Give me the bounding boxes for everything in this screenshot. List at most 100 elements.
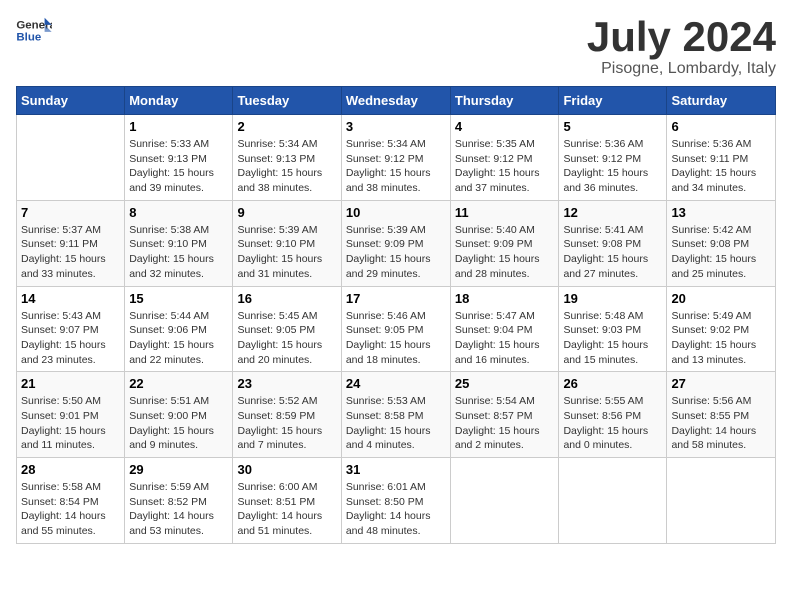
day-info: Sunrise: 5:47 AM Sunset: 9:04 PM Dayligh…	[455, 309, 555, 368]
day-info: Sunrise: 5:46 AM Sunset: 9:05 PM Dayligh…	[346, 309, 446, 368]
day-cell: 6Sunrise: 5:36 AM Sunset: 9:11 PM Daylig…	[667, 115, 776, 201]
day-cell: 4 Sunrise: 5:35 AM Sunset: 9:12 PM Daylig…	[450, 115, 559, 201]
day-info: Sunrise: 5:43 AM Sunset: 9:07 PM Dayligh…	[21, 309, 120, 368]
calendar-body: 1Sunrise: 5:33 AM Sunset: 9:13 PM Daylig…	[17, 115, 776, 544]
day-number: 31	[346, 462, 446, 477]
logo-icon: General Blue	[16, 16, 52, 46]
month-title: July 2024	[587, 16, 776, 58]
day-info: Sunrise: 5:55 AM Sunset: 8:56 PM Dayligh…	[563, 394, 662, 453]
title-area: July 2024 Pisogne, Lombardy, Italy	[587, 16, 776, 78]
day-cell: 17Sunrise: 5:46 AM Sunset: 9:05 PM Dayli…	[341, 286, 450, 372]
day-info: Sunrise: 5:39 AM Sunset: 9:10 PM Dayligh…	[237, 223, 336, 282]
week-row-4: 21Sunrise: 5:50 AM Sunset: 9:01 PM Dayli…	[17, 372, 776, 458]
day-cell: 2 Sunrise: 5:34 AM Sunset: 9:13 PM Daylig…	[233, 115, 341, 201]
day-info: Sunrise: 5:34 AM Sunset: 9:12 PM Dayligh…	[346, 137, 446, 196]
day-number: 16	[237, 291, 336, 306]
day-cell: 22 Sunrise: 5:51 AM Sunset: 9:00 PM Dayli…	[125, 372, 233, 458]
day-number: 21	[21, 376, 120, 391]
weekday-monday: Monday	[125, 87, 233, 115]
day-number: 5	[563, 119, 662, 134]
day-info: Sunrise: 5:34 AM Sunset: 9:13 PM Dayligh…	[237, 137, 336, 196]
weekday-wednesday: Wednesday	[341, 87, 450, 115]
day-number: 9	[237, 205, 336, 220]
day-number: 26	[563, 376, 662, 391]
day-cell	[667, 458, 776, 544]
day-number: 7	[21, 205, 120, 220]
logo: General Blue	[16, 16, 52, 46]
day-info: Sunrise: 6:01 AM Sunset: 8:50 PM Dayligh…	[346, 480, 446, 539]
day-cell: 18Sunrise: 5:47 AM Sunset: 9:04 PM Dayli…	[450, 286, 559, 372]
day-number: 19	[563, 291, 662, 306]
day-cell: 28 Sunrise: 5:58 AM Sunset: 8:54 PM Dayli…	[17, 458, 125, 544]
day-number: 8	[129, 205, 228, 220]
day-cell: 26 Sunrise: 5:55 AM Sunset: 8:56 PM Dayli…	[559, 372, 667, 458]
day-cell: 1Sunrise: 5:33 AM Sunset: 9:13 PM Daylig…	[125, 115, 233, 201]
day-cell: 16 Sunrise: 5:45 AM Sunset: 9:05 PM Dayli…	[233, 286, 341, 372]
day-info: Sunrise: 5:44 AM Sunset: 9:06 PM Dayligh…	[129, 309, 228, 368]
header: General Blue July 2024 Pisogne, Lombardy…	[16, 16, 776, 78]
day-number: 10	[346, 205, 446, 220]
day-info: Sunrise: 6:00 AM Sunset: 8:51 PM Dayligh…	[237, 480, 336, 539]
week-row-1: 1Sunrise: 5:33 AM Sunset: 9:13 PM Daylig…	[17, 115, 776, 201]
day-cell: 24Sunrise: 5:53 AM Sunset: 8:58 PM Dayli…	[341, 372, 450, 458]
day-cell: 11Sunrise: 5:40 AM Sunset: 9:09 PM Dayli…	[450, 200, 559, 286]
day-number: 28	[21, 462, 120, 477]
day-number: 25	[455, 376, 555, 391]
weekday-sunday: Sunday	[17, 87, 125, 115]
day-cell	[559, 458, 667, 544]
day-info: Sunrise: 5:53 AM Sunset: 8:58 PM Dayligh…	[346, 394, 446, 453]
day-number: 20	[671, 291, 771, 306]
day-info: Sunrise: 5:35 AM Sunset: 9:12 PM Dayligh…	[455, 137, 555, 196]
weekday-friday: Friday	[559, 87, 667, 115]
day-cell: 27 Sunrise: 5:56 AM Sunset: 8:55 PM Dayli…	[667, 372, 776, 458]
day-info: Sunrise: 5:45 AM Sunset: 9:05 PM Dayligh…	[237, 309, 336, 368]
day-cell: 7 Sunrise: 5:37 AM Sunset: 9:11 PM Daylig…	[17, 200, 125, 286]
day-cell: 21Sunrise: 5:50 AM Sunset: 9:01 PM Dayli…	[17, 372, 125, 458]
day-info: Sunrise: 5:54 AM Sunset: 8:57 PM Dayligh…	[455, 394, 555, 453]
day-cell: 29 Sunrise: 5:59 AM Sunset: 8:52 PM Dayli…	[125, 458, 233, 544]
day-cell: 8 Sunrise: 5:38 AM Sunset: 9:10 PM Daylig…	[125, 200, 233, 286]
day-number: 22	[129, 376, 228, 391]
day-number: 11	[455, 205, 555, 220]
day-cell: 14 Sunrise: 5:43 AM Sunset: 9:07 PM Dayli…	[17, 286, 125, 372]
day-cell: 19 Sunrise: 5:48 AM Sunset: 9:03 PM Dayli…	[559, 286, 667, 372]
day-number: 6	[671, 119, 771, 134]
day-number: 14	[21, 291, 120, 306]
day-number: 4	[455, 119, 555, 134]
day-cell: 3 Sunrise: 5:34 AM Sunset: 9:12 PM Daylig…	[341, 115, 450, 201]
day-number: 2	[237, 119, 336, 134]
weekday-header-row: SundayMondayTuesdayWednesdayThursdayFrid…	[17, 87, 776, 115]
week-row-3: 14 Sunrise: 5:43 AM Sunset: 9:07 PM Dayli…	[17, 286, 776, 372]
day-info: Sunrise: 5:38 AM Sunset: 9:10 PM Dayligh…	[129, 223, 228, 282]
day-cell: 9 Sunrise: 5:39 AM Sunset: 9:10 PM Daylig…	[233, 200, 341, 286]
day-cell: 23Sunrise: 5:52 AM Sunset: 8:59 PM Dayli…	[233, 372, 341, 458]
day-info: Sunrise: 5:58 AM Sunset: 8:54 PM Dayligh…	[21, 480, 120, 539]
day-cell: 13Sunrise: 5:42 AM Sunset: 9:08 PM Dayli…	[667, 200, 776, 286]
day-info: Sunrise: 5:37 AM Sunset: 9:11 PM Dayligh…	[21, 223, 120, 282]
day-number: 23	[237, 376, 336, 391]
day-number: 3	[346, 119, 446, 134]
svg-text:Blue: Blue	[16, 32, 41, 44]
day-info: Sunrise: 5:33 AM Sunset: 9:13 PM Dayligh…	[129, 137, 228, 196]
day-cell: 20 Sunrise: 5:49 AM Sunset: 9:02 PM Dayli…	[667, 286, 776, 372]
day-cell	[450, 458, 559, 544]
day-cell: 12Sunrise: 5:41 AM Sunset: 9:08 PM Dayli…	[559, 200, 667, 286]
day-info: Sunrise: 5:51 AM Sunset: 9:00 PM Dayligh…	[129, 394, 228, 453]
day-number: 27	[671, 376, 771, 391]
day-cell: 10 Sunrise: 5:39 AM Sunset: 9:09 PM Dayli…	[341, 200, 450, 286]
calendar-table: SundayMondayTuesdayWednesdayThursdayFrid…	[16, 86, 776, 544]
day-cell: 15 Sunrise: 5:44 AM Sunset: 9:06 PM Dayli…	[125, 286, 233, 372]
day-info: Sunrise: 5:39 AM Sunset: 9:09 PM Dayligh…	[346, 223, 446, 282]
day-info: Sunrise: 5:49 AM Sunset: 9:02 PM Dayligh…	[671, 309, 771, 368]
day-number: 15	[129, 291, 228, 306]
day-info: Sunrise: 5:59 AM Sunset: 8:52 PM Dayligh…	[129, 480, 228, 539]
day-info: Sunrise: 5:36 AM Sunset: 9:12 PM Dayligh…	[563, 137, 662, 196]
day-number: 29	[129, 462, 228, 477]
day-info: Sunrise: 5:56 AM Sunset: 8:55 PM Dayligh…	[671, 394, 771, 453]
day-cell: 30Sunrise: 6:00 AM Sunset: 8:51 PM Dayli…	[233, 458, 341, 544]
day-cell: 31 Sunrise: 6:01 AM Sunset: 8:50 PM Dayli…	[341, 458, 450, 544]
day-number: 12	[563, 205, 662, 220]
week-row-5: 28 Sunrise: 5:58 AM Sunset: 8:54 PM Dayli…	[17, 458, 776, 544]
day-cell: 5 Sunrise: 5:36 AM Sunset: 9:12 PM Daylig…	[559, 115, 667, 201]
day-info: Sunrise: 5:48 AM Sunset: 9:03 PM Dayligh…	[563, 309, 662, 368]
